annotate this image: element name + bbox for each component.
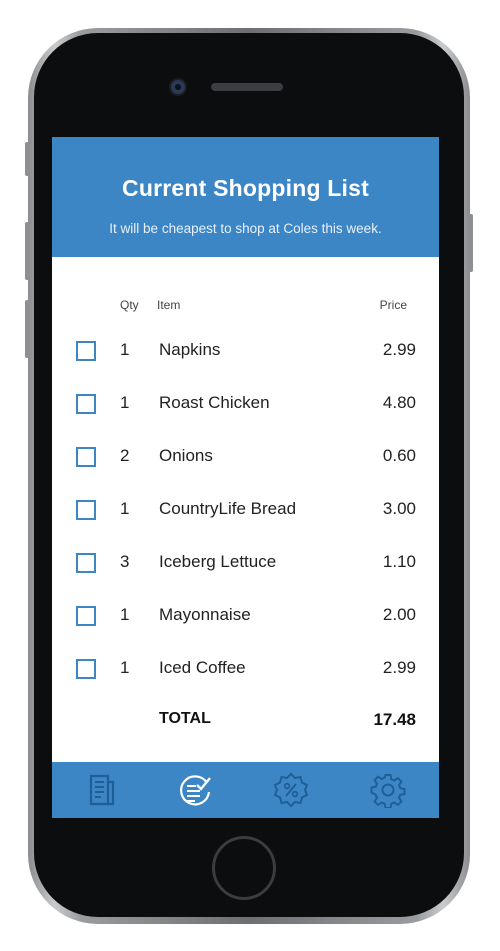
list-check-icon — [180, 775, 211, 806]
item-checkbox[interactable] — [76, 553, 96, 573]
app-header: Current Shopping List It will be cheapes… — [52, 137, 439, 257]
tab-receipts[interactable] — [82, 770, 122, 810]
gear-icon — [370, 774, 406, 808]
item-qty: 1 — [120, 393, 130, 412]
list-item: 1 CountryLife Bread 3.00 — [52, 497, 439, 550]
list-item: 1 Napkins 2.99 — [52, 338, 439, 391]
mute-switch — [25, 142, 29, 176]
item-price: 0.60 — [382, 446, 416, 465]
page-subtitle: It will be cheapest to shop at Coles thi… — [109, 221, 382, 236]
item-name: Mayonnaise — [159, 605, 251, 624]
tab-bar — [52, 762, 439, 818]
receipt-icon — [89, 774, 115, 806]
item-qty: 1 — [120, 658, 130, 677]
item-checkbox[interactable] — [76, 606, 96, 626]
tab-specials[interactable] — [271, 770, 311, 810]
list-item: 1 Roast Chicken 4.80 — [52, 391, 439, 444]
item-name: Iced Coffee — [159, 658, 246, 677]
item-qty: 3 — [120, 552, 130, 571]
item-qty: 1 — [120, 605, 130, 624]
item-qty: 1 — [120, 499, 130, 518]
item-name: CountryLife Bread — [159, 499, 297, 518]
item-checkbox[interactable] — [76, 447, 96, 467]
item-name: Onions — [159, 446, 213, 465]
list-item: 1 Iced Coffee 2.99 — [52, 656, 439, 709]
item-price: 2.99 — [382, 658, 416, 677]
price-column-header: Price — [379, 298, 407, 312]
page-title: Current Shopping List — [122, 175, 369, 201]
item-column-header: Item — [157, 298, 181, 312]
tab-shopping-list[interactable] — [175, 770, 215, 810]
home-button[interactable] — [212, 836, 276, 900]
item-name: Iceberg Lettuce — [159, 552, 277, 571]
list-item: 2 Onions 0.60 — [52, 444, 439, 497]
total-value: 17.48 — [373, 710, 416, 729]
total-label: TOTAL — [159, 710, 211, 727]
item-name: Napkins — [159, 340, 221, 359]
tab-settings[interactable] — [368, 770, 408, 810]
item-price: 4.80 — [382, 393, 416, 412]
list-item: 1 Mayonnaise 2.00 — [52, 603, 439, 656]
app-screen: Current Shopping List It will be cheapes… — [52, 137, 439, 818]
item-checkbox[interactable] — [76, 659, 96, 679]
volume-up-button — [25, 222, 29, 280]
item-qty: 1 — [120, 340, 130, 359]
item-price: 3.00 — [382, 499, 416, 518]
power-button — [469, 214, 473, 272]
item-price: 2.00 — [382, 605, 416, 624]
earpiece-speaker — [211, 83, 283, 91]
item-checkbox[interactable] — [76, 394, 96, 414]
front-camera — [171, 80, 185, 94]
item-checkbox[interactable] — [76, 500, 96, 520]
item-price: 2.99 — [382, 340, 416, 359]
volume-down-button — [25, 300, 29, 358]
item-name: Roast Chicken — [159, 393, 270, 412]
list-item: 3 Iceberg Lettuce 1.10 — [52, 550, 439, 603]
qty-column-header: Qty — [120, 298, 139, 312]
discount-badge-icon — [273, 772, 309, 808]
item-qty: 2 — [120, 446, 130, 465]
item-checkbox[interactable] — [76, 341, 96, 361]
item-price: 1.10 — [382, 552, 416, 571]
